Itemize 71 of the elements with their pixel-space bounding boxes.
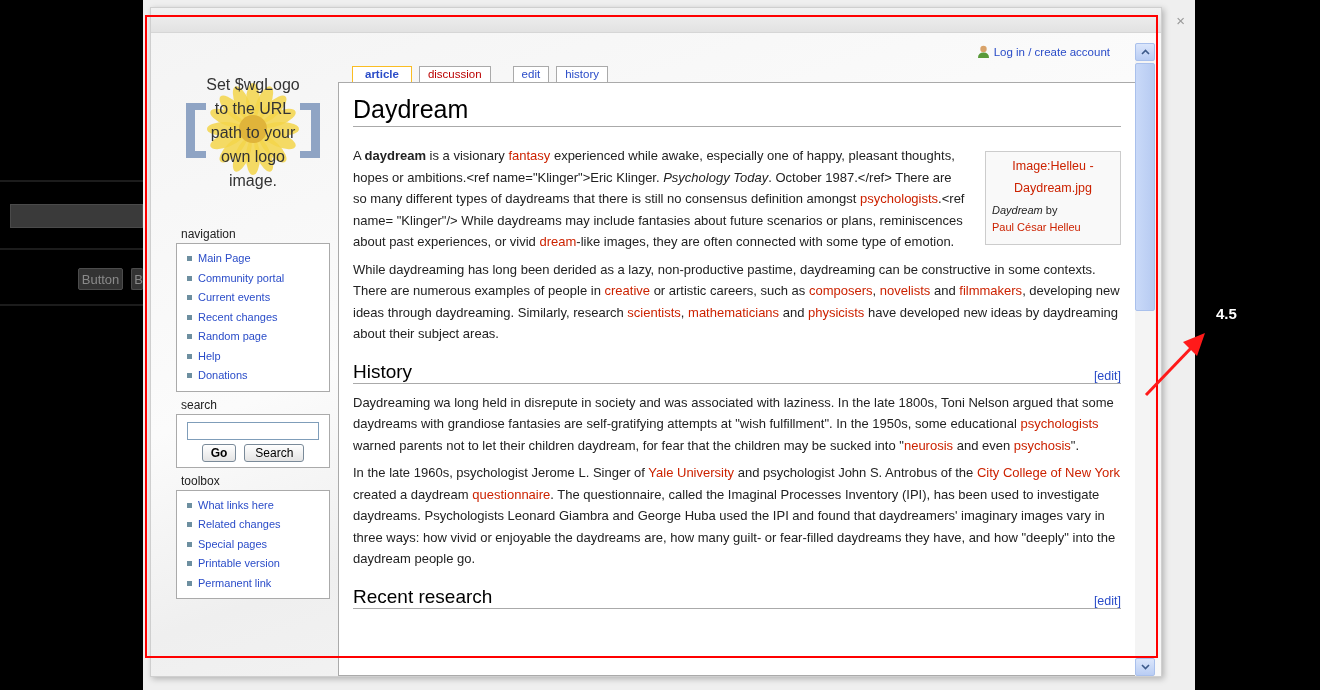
article-link[interactable]: psychologists (860, 191, 939, 206)
login-link[interactable]: Log in / create account (993, 46, 1110, 58)
sidebar-link[interactable]: Random page (198, 327, 268, 347)
bullet-icon (187, 561, 192, 567)
bullet-icon (187, 541, 192, 547)
dark-button[interactable]: B (131, 268, 143, 290)
portlet-title: toolbox (181, 473, 221, 488)
bullet-icon (187, 295, 192, 301)
paragraph: A daydream is a visionary fantasy experienced while awake, especially one of happy, pleasant thoughts, hopes or ambitions.<ref name="Klinger">Eric Klinger. Psychology Today. October 1987.</ref> There are so many different types of daydreams that there is still no consensus definition amongst psychologists.<ref name= "Klinger"/> While daydreams may include fantasies about future scenarios or plans, reminiscences about past experiences, or vivid dream-like images, they are often connected with some type of emotion. (353, 147, 965, 251)
bullet-icon (187, 334, 192, 340)
sidebar-link[interactable]: Help (198, 346, 221, 366)
caret-up-icon (1140, 49, 1150, 55)
sidebar-link[interactable]: Related changes (198, 515, 281, 535)
article-link[interactable]: City College of New York (976, 465, 1120, 480)
bullet-icon (187, 502, 192, 508)
article-link[interactable]: fantasy (508, 148, 551, 163)
image-link[interactable]: Image:Helleu - Daydream.jpg (992, 156, 1114, 199)
section-heading: History (353, 360, 413, 383)
page-tab[interactable]: discussion (418, 66, 491, 82)
page-tab[interactable]: article (352, 66, 412, 82)
article-link[interactable]: Paul César Helleu (992, 221, 1081, 233)
sidebar-link[interactable]: What links here (198, 495, 274, 515)
edit-link[interactable]: [edit] (1093, 368, 1121, 383)
sidebar-link[interactable]: Printable version (198, 554, 280, 574)
article-link[interactable]: novelists (879, 283, 931, 298)
article-link[interactable]: dream (539, 234, 577, 249)
sidebar-link[interactable]: Donations (198, 366, 248, 386)
article-link[interactable]: psychologists (1020, 416, 1099, 431)
input-field[interactable] (10, 204, 143, 228)
page-tab[interactable]: edit (512, 66, 550, 82)
sidebar-link[interactable]: Main Page (198, 249, 251, 269)
bullet-icon (187, 314, 192, 320)
bullet-icon (187, 353, 192, 359)
page-title: Daydream (353, 95, 1121, 127)
user-icon (976, 45, 990, 59)
annotation-label: 4.5 (1216, 305, 1237, 322)
article-link[interactable]: physicists (808, 304, 865, 320)
article-link[interactable]: mathematicians (688, 304, 780, 320)
scroll-up-button[interactable] (1135, 43, 1155, 61)
section-heading: Recent research (353, 585, 493, 608)
page-tab[interactable]: history (556, 66, 608, 82)
bullet-icon (187, 373, 192, 379)
search-button[interactable]: Search (244, 443, 305, 462)
search-field[interactable] (187, 421, 319, 440)
scroll-down-button[interactable] (1135, 658, 1155, 676)
portlet-title: navigation (181, 227, 237, 241)
dark-button[interactable]: Button (77, 268, 124, 290)
article-link[interactable]: neurosis (903, 437, 954, 453)
article-link[interactable]: composers (808, 283, 873, 298)
article-link[interactable]: Yale University (648, 465, 735, 480)
article-link[interactable]: creative (604, 283, 650, 298)
paragraph: In the late 1960s, psychologist Jerome L. Singer of Yale University and psychologist John S. Antrobus of the City College of New York created a daydream questionnaire. The questionnaire, called the Imaginal Processes Inventory (IPI), has been used to investigate daydreams. Psychologists Leonard Giambra and George Huba used the IPI and found that daydreamers' imaginary images vary in three ways: how vivid or enjoyable the daydreams are, how many guilt- or fear-filled daydreams they have, and how "deeply" into the daydream people go. (353, 464, 1121, 568)
caret-down-icon (1140, 664, 1150, 670)
sidebar-link[interactable]: Permanent link (198, 573, 272, 593)
article-link[interactable]: psychosis (1013, 437, 1071, 453)
paragraph: While daydreaming has long been derided as a lazy, non-productive pastime, daydreaming can be constructive in some contexts. There are numerous examples of people in creative or artistic careers, such as composers, novelists and filmmakers, developing new ideas through daydreaming. Similarly, research scientists, mathematicians and physicists have developed new ideas by daydreaming about their subject areas. (353, 260, 1121, 343)
portlet-title: search (181, 397, 219, 412)
sidebar-link[interactable]: Current events (198, 288, 271, 308)
bullet-icon (187, 275, 192, 281)
edit-link[interactable]: [edit] (1093, 593, 1121, 608)
sidebar-link[interactable]: Community portal (198, 268, 285, 288)
scrollbar-thumb[interactable] (1135, 63, 1155, 311)
sidebar-link[interactable]: Special pages (198, 534, 268, 554)
go-button[interactable]: Go (201, 443, 237, 462)
article-link[interactable]: scientists (627, 304, 681, 320)
bullet-icon (187, 580, 192, 586)
sidebar-link[interactable]: Recent changes (198, 307, 278, 327)
bullet-icon (187, 522, 192, 528)
image-caption: Daydream by Paul César Helleu (992, 203, 1082, 235)
bullet-icon (187, 256, 192, 262)
paragraph: Daydreaming wa long held in disrepute in society and was associated with laziness. In the late 1800s, Toni Nelson argued that some daydreams with grandiose fantasies are self-gratifying attempts at "wish fulfillment". In the 1950s, some educational psychologists warned parents not to let their children daydream, for fear that the children may be sucked into "neurosis and even psychosis". (353, 393, 1115, 455)
